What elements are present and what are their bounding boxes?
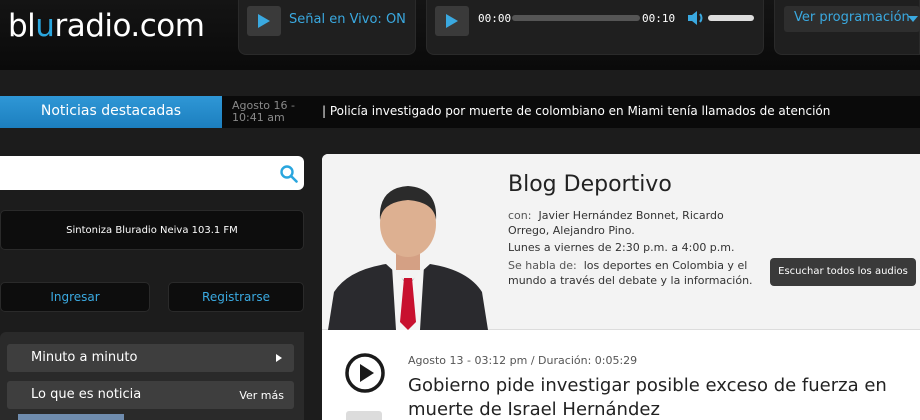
main-content: Blog Deportivo con: Javier Hernández Bon… [322,154,920,420]
player-total-time: 00:10 [642,12,676,25]
blog-title: Blog Deportivo [508,172,672,197]
volume-slider[interactable] [708,15,754,21]
lo-que-es-noticia-header: Lo que es noticia Ver más [7,381,294,409]
episode-title-line1: Gobierno pide investigar posible exceso … [408,375,887,396]
hosts-label: con: [508,209,532,222]
host-photo [328,186,488,330]
search-box [0,156,304,190]
audio-player [426,0,764,55]
search-input[interactable] [8,163,268,183]
register-button[interactable]: Registrarse [168,282,304,312]
ver-mas-link[interactable]: Ver más [239,389,284,402]
episode-title[interactable]: Gobierno pide investigar posible exceso … [408,374,908,420]
blog-header: Blog Deportivo con: Javier Hernández Bon… [322,154,920,330]
schedule-dropdown[interactable]: Ver programación [784,6,920,32]
ticker-time: 10:41 am [232,111,285,124]
live-status-label: Señal en Vivo: ON [289,12,406,27]
download-icon[interactable] [346,411,382,420]
logo-text-radio: radio.com [54,8,205,44]
sidebar-panel: Minuto a minuto Lo que es noticia Ver má… [0,332,304,420]
site-logo[interactable]: bluradio.com [8,8,205,44]
logo-text-bl: bl [8,8,36,44]
player-progress-bar[interactable] [512,15,640,21]
header: bluradio.com Señal en Vivo: ON 00:00 00:… [0,0,920,70]
hosts-line2: Orrego, Alejandro Pino. [508,224,635,237]
episode-title-line2: muerte de Israel Hernández [408,399,660,420]
sintoniza-banner[interactable]: Sintoniza Bluradio Neiva 103.1 FM [0,210,304,250]
minuto-label: Minuto a minuto [31,350,138,365]
news-thumbnail[interactable] [18,414,124,420]
ticker-label: Noticias destacadas [0,96,222,128]
topic-label: Se habla de: [508,259,577,272]
play-circle-icon[interactable] [344,352,386,394]
news-ticker: Noticias destacadas Agosto 16 - 10:41 am… [0,96,920,128]
minuto-a-minuto-item[interactable]: Minuto a minuto [7,344,294,372]
hosts-line1: Javier Hernández Bonnet, Ricardo [538,209,724,222]
chevron-down-icon [908,16,918,22]
blog-schedule: Lunes a viernes de 2:30 p.m. a 4:00 p.m. [508,241,735,254]
schedule-label: Ver programación [794,10,910,25]
live-play-button[interactable] [247,6,281,36]
logo-text-u: u [35,8,55,44]
player-play-button[interactable] [435,6,469,36]
episode-meta: Agosto 13 - 03:12 pm / Duración: 0:05:29 [408,354,638,367]
ticker-headline[interactable]: | Policía investigado por muerte de colo… [322,104,830,118]
play-icon [446,14,458,28]
play-icon [258,14,270,28]
blog-hosts: con: Javier Hernández Bonnet, Ricardo Or… [508,208,724,238]
blog-topic: Se habla de: los deportes en Colombia y … [508,258,753,288]
volume-icon[interactable] [688,10,706,30]
login-button[interactable]: Ingresar [0,282,150,312]
ticker-datetime: Agosto 16 - 10:41 am [232,100,302,124]
noticia-label: Lo que es noticia [31,387,142,402]
caret-right-icon [276,354,282,362]
search-icon[interactable] [280,165,298,183]
topic-line1: los deportes en Colombia y el [583,259,748,272]
live-box: Señal en Vivo: ON [238,0,416,55]
page: bluradio.com Señal en Vivo: ON 00:00 00:… [0,0,920,420]
topic-line2: mundo a través del debate y la informaci… [508,274,753,287]
listen-all-button[interactable]: Escuchar todos los audios [770,258,916,286]
player-current-time: 00:00 [478,12,512,25]
